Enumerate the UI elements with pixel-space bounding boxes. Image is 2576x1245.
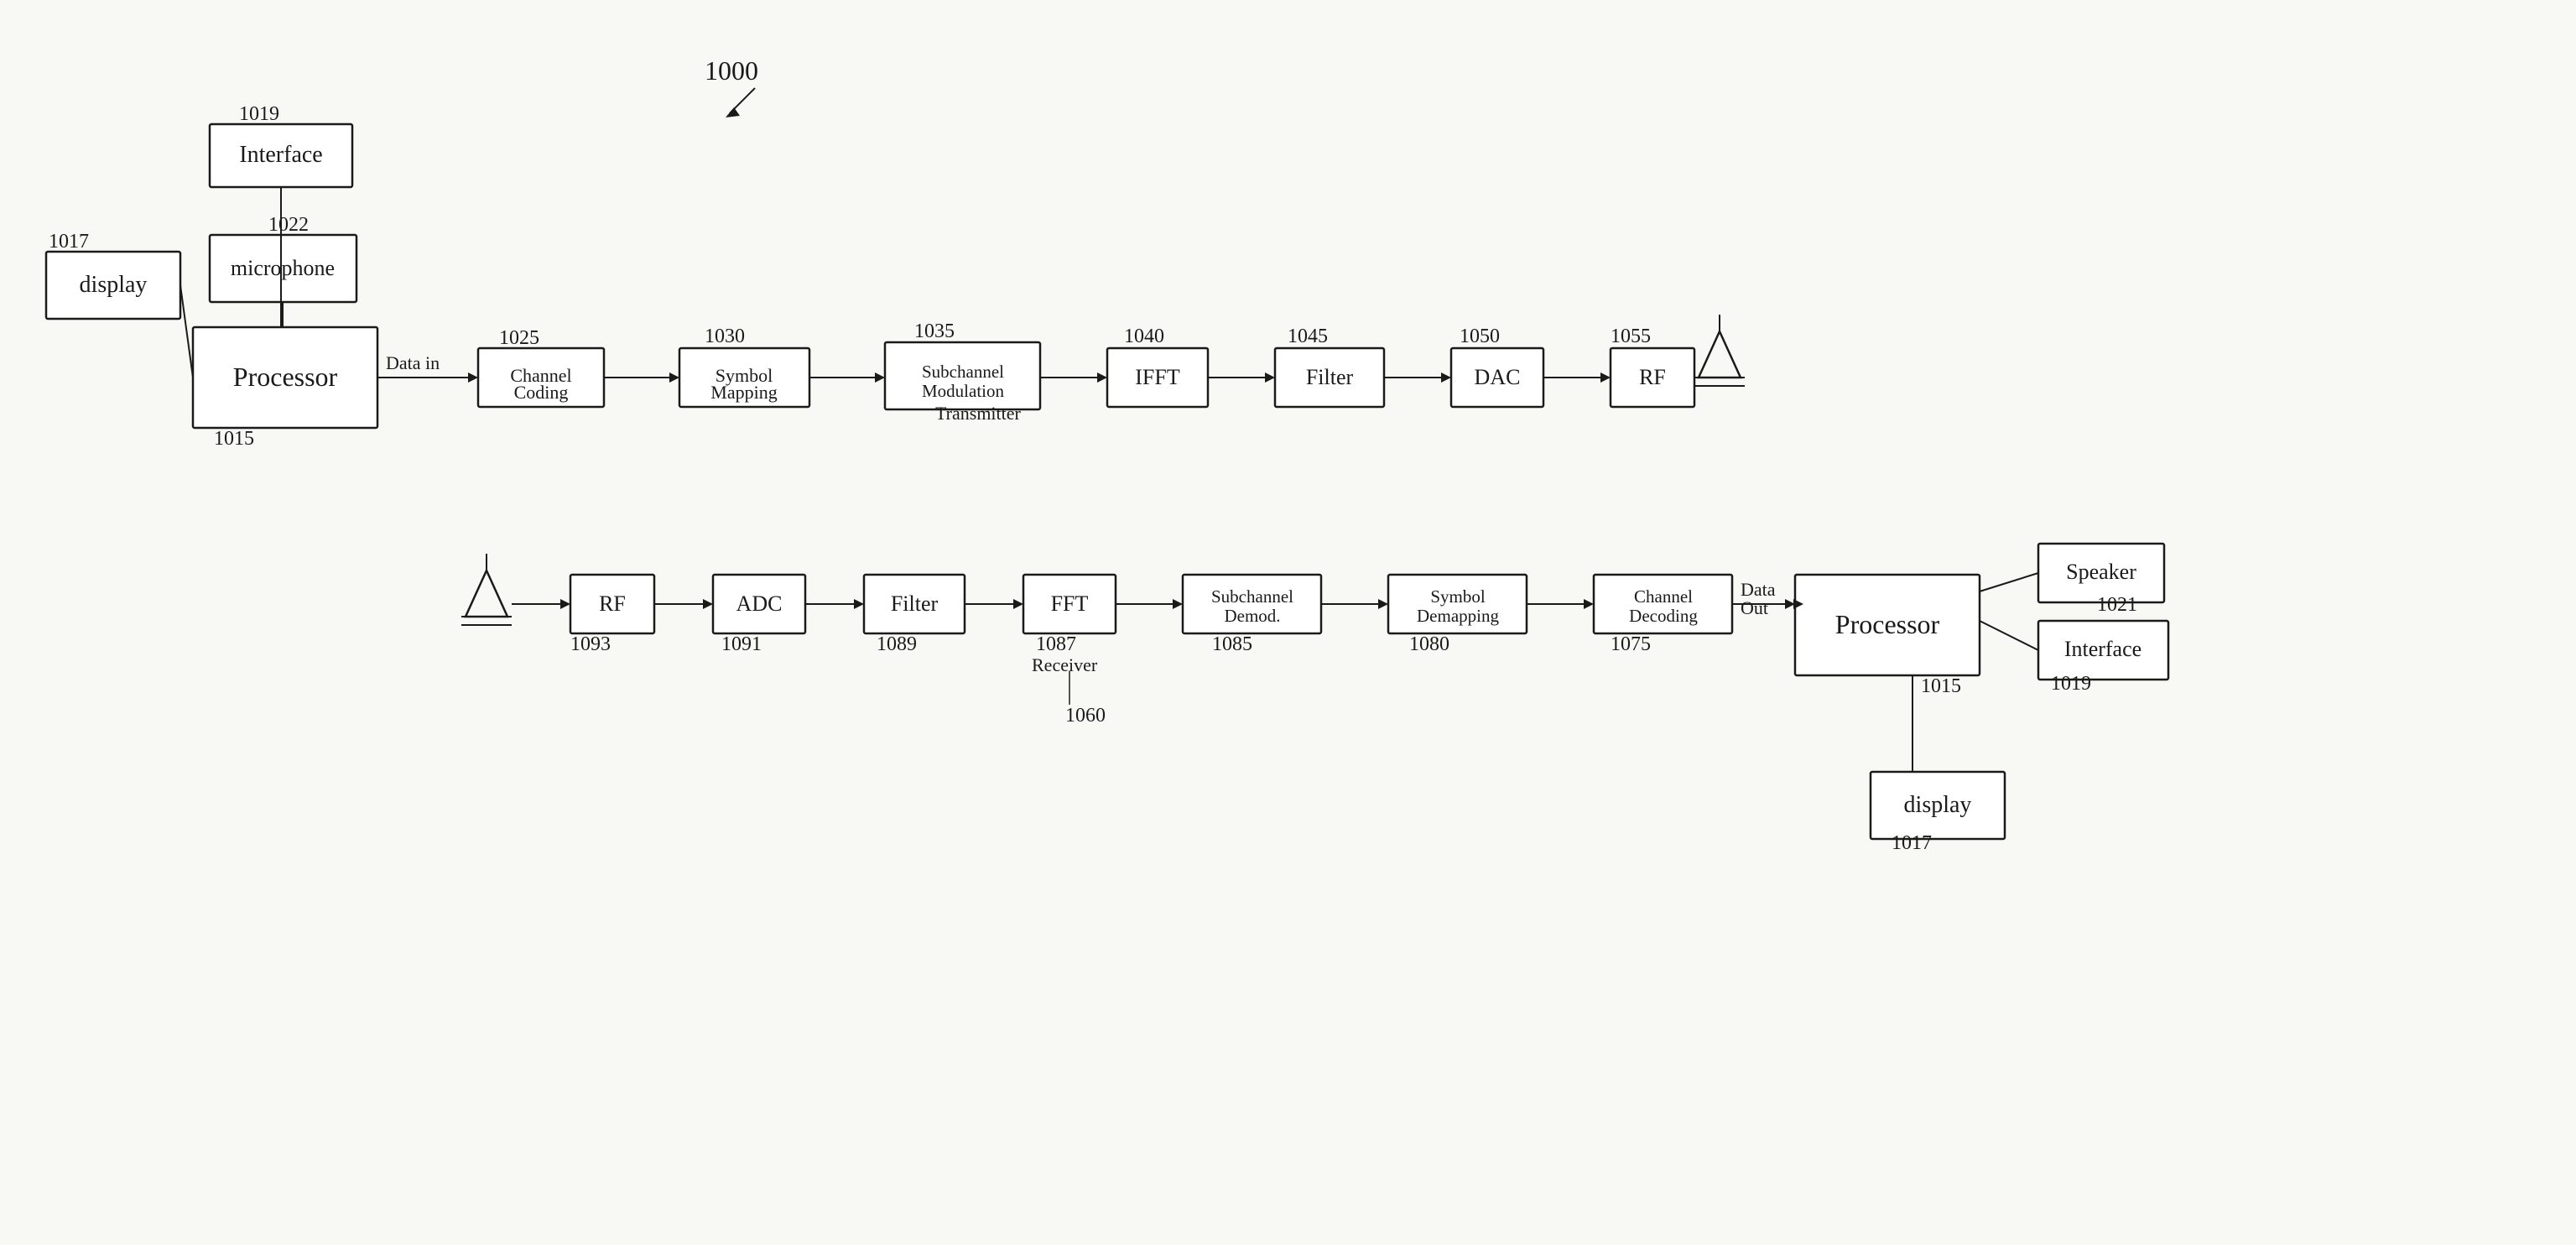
svg-text:1015: 1015	[1921, 675, 1961, 697]
svg-text:DAC: DAC	[1475, 365, 1521, 389]
svg-text:display: display	[1904, 792, 1972, 818]
svg-text:1021: 1021	[2097, 594, 2137, 616]
svg-text:microphone: microphone	[231, 256, 335, 280]
svg-text:1050: 1050	[1460, 326, 1500, 347]
svg-text:1085: 1085	[1212, 633, 1252, 655]
svg-text:1017: 1017	[1892, 832, 1932, 854]
svg-text:1025: 1025	[499, 327, 539, 349]
svg-text:1087: 1087	[1036, 633, 1076, 655]
svg-text:Modulation: Modulation	[922, 381, 1004, 401]
svg-text:Interface: Interface	[239, 142, 322, 168]
svg-text:1035: 1035	[914, 320, 955, 342]
svg-text:1075: 1075	[1611, 633, 1651, 655]
svg-text:Subchannel: Subchannel	[1211, 586, 1293, 607]
svg-text:Coding: Coding	[514, 382, 569, 403]
svg-text:1055: 1055	[1611, 326, 1651, 347]
svg-text:Out: Out	[1741, 597, 1768, 618]
svg-text:RF: RF	[1639, 365, 1666, 389]
svg-text:1080: 1080	[1409, 633, 1449, 655]
svg-text:1093: 1093	[570, 633, 611, 655]
svg-text:Filter: Filter	[1306, 365, 1354, 389]
svg-text:1019: 1019	[2051, 673, 2091, 695]
svg-text:1015: 1015	[214, 428, 254, 450]
svg-text:Channel: Channel	[1634, 586, 1693, 607]
svg-text:Interface: Interface	[2064, 637, 2141, 661]
svg-text:1060: 1060	[1065, 705, 1106, 727]
svg-text:Filter: Filter	[891, 591, 939, 616]
svg-text:FFT: FFT	[1051, 591, 1089, 616]
svg-text:1030: 1030	[705, 326, 745, 347]
diagram-number: 1000	[705, 55, 758, 86]
svg-text:Receiver: Receiver	[1032, 654, 1098, 675]
svg-text:Processor: Processor	[1835, 609, 1940, 639]
svg-text:Mapping: Mapping	[710, 382, 777, 403]
svg-text:display: display	[80, 272, 148, 298]
svg-text:Demod.: Demod.	[1224, 606, 1280, 626]
svg-text:1022: 1022	[268, 214, 309, 236]
svg-text:Speaker: Speaker	[2066, 560, 2136, 584]
svg-text:1089: 1089	[877, 633, 917, 655]
svg-text:ADC: ADC	[736, 591, 783, 616]
svg-text:Decoding: Decoding	[1629, 606, 1698, 626]
diagram-container: 1000 display 1017 Interface 1019 microph…	[0, 0, 2576, 1245]
svg-text:Transmitter: Transmitter	[935, 403, 1022, 424]
svg-text:Processor: Processor	[233, 362, 338, 392]
svg-text:1045: 1045	[1288, 326, 1328, 347]
svg-text:Demapping: Demapping	[1417, 606, 1499, 626]
svg-text:1091: 1091	[721, 633, 762, 655]
svg-text:1040: 1040	[1124, 326, 1164, 347]
svg-text:RF: RF	[599, 591, 626, 616]
svg-text:IFFT: IFFT	[1135, 365, 1180, 389]
svg-text:Subchannel: Subchannel	[922, 362, 1004, 382]
svg-text:1019: 1019	[239, 103, 279, 125]
svg-text:1017: 1017	[49, 231, 89, 253]
svg-text:Data in: Data in	[386, 352, 440, 373]
svg-text:Symbol: Symbol	[1430, 586, 1486, 607]
